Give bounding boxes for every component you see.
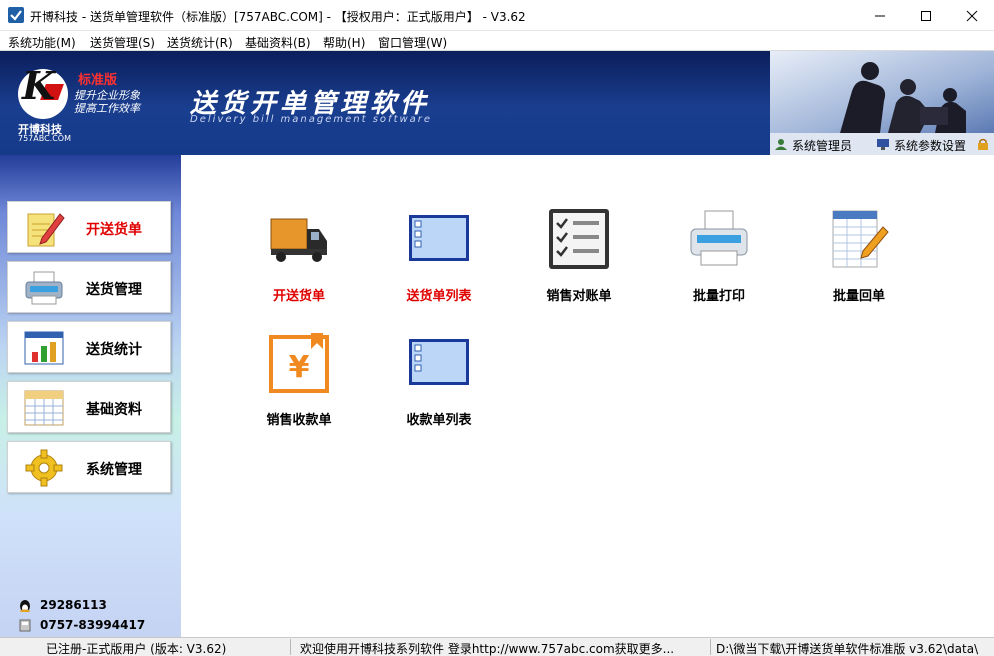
header-photo bbox=[770, 51, 994, 133]
header-banner: K 标准版 提升企业形象 提高工作效率 开博科技 757ABC.COM 送货开单… bbox=[0, 51, 994, 155]
tile-batch-receipt[interactable]: 批量回单 bbox=[797, 207, 917, 317]
tile-label: 销售对账单 bbox=[546, 289, 612, 304]
user-bar: 系统管理员 系统参数设置 bbox=[770, 133, 994, 155]
sidebar-item-delivery-management[interactable]: 送货管理 bbox=[7, 261, 171, 313]
edition-label: 标准版 bbox=[78, 73, 118, 88]
lock-icon[interactable] bbox=[976, 138, 990, 150]
yuan-receipt-icon: ¥ bbox=[269, 333, 329, 393]
bar-chart-icon bbox=[24, 331, 64, 365]
tile-label: 收款单列表 bbox=[406, 413, 472, 428]
app-check-icon bbox=[8, 7, 24, 23]
tile-label: 销售收款单 bbox=[266, 413, 332, 428]
close-button[interactable] bbox=[948, 0, 994, 31]
menu-help[interactable]: 帮助(H) bbox=[323, 34, 365, 51]
tile-label: 送货单列表 bbox=[406, 289, 472, 304]
phone-number: 0757-83994417 bbox=[40, 618, 146, 632]
tile-label: 批量回单 bbox=[832, 289, 885, 304]
tile-delivery-list[interactable]: 送货单列表 bbox=[377, 207, 497, 317]
banner-subtitle: Delivery bill management software bbox=[190, 114, 433, 125]
menu-stats[interactable]: 送货统计(R) bbox=[167, 34, 233, 51]
menu-system[interactable]: 系统功能(M) bbox=[8, 34, 76, 51]
data-path: D:\微当下载\开博送货单软件标准版 v3.62\data\ bbox=[716, 642, 979, 656]
sidebar-item-basic-data[interactable]: 基础资料 bbox=[7, 381, 171, 433]
sidebar-item-label: 送货统计 bbox=[86, 342, 142, 358]
tile-payment-list[interactable]: 收款单列表 bbox=[377, 331, 497, 441]
truck-icon bbox=[270, 218, 327, 262]
monitor-icon bbox=[877, 139, 889, 150]
maximize-button[interactable] bbox=[902, 0, 948, 31]
system-settings-link[interactable]: 系统参数设置 bbox=[894, 137, 966, 154]
sidebar-item-new-delivery[interactable]: 开送货单 bbox=[7, 201, 171, 253]
welcome-message: 欢迎使用开博科技系列软件 登录http://www.757abc.com获取更多… bbox=[300, 642, 675, 656]
sidebar-item-label: 开送货单 bbox=[86, 222, 142, 238]
tile-batch-print[interactable]: 批量打印 bbox=[657, 207, 777, 317]
menu-basic-data[interactable]: 基础资料(B) bbox=[245, 34, 311, 51]
admin-user-link[interactable]: 系统管理员 bbox=[792, 137, 852, 154]
qq-penguin-icon bbox=[20, 600, 30, 612]
list-window-icon bbox=[409, 339, 469, 385]
checklist-icon bbox=[549, 209, 609, 269]
calendar-grid-icon bbox=[24, 390, 64, 426]
status-bar: 已注册-正式版用户 (版本: V3.62) 欢迎使用开博科技系列软件 登录htt… bbox=[0, 637, 994, 656]
logo-letter: K bbox=[22, 63, 56, 108]
registration-status: 已注册-正式版用户 (版本: V3.62) bbox=[46, 642, 227, 656]
sidebar-item-label: 送货管理 bbox=[86, 282, 142, 298]
menu-window[interactable]: 窗口管理(W) bbox=[378, 34, 447, 51]
tile-label: 开送货单 bbox=[272, 289, 325, 304]
menu-bar: 系统功能(M) 送货管理(S) 送货统计(R) 基础资料(B) 帮助(H) 窗口… bbox=[0, 31, 994, 51]
slogan-line-2: 提高工作效率 bbox=[74, 102, 140, 115]
window-title: 开博科技 - 送货单管理软件（标准版）[757ABC.COM] - 【授权用户：… bbox=[30, 10, 526, 24]
svg-text:¥: ¥ bbox=[289, 350, 310, 385]
spreadsheet-pencil-icon bbox=[832, 210, 889, 268]
tile-sales-statement[interactable]: 销售对账单 bbox=[517, 207, 637, 317]
sidebar-item-delivery-stats[interactable]: 送货统计 bbox=[7, 321, 171, 373]
minimize-button[interactable] bbox=[856, 0, 902, 31]
sidebar-item-label: 基础资料 bbox=[86, 402, 142, 418]
phone-icon bbox=[19, 619, 31, 632]
menu-delivery[interactable]: 送货管理(S) bbox=[90, 34, 155, 51]
list-window-icon bbox=[409, 215, 469, 261]
tile-sales-payment[interactable]: ¥ 销售收款单 bbox=[237, 331, 357, 441]
printer-icon bbox=[25, 271, 63, 305]
qq-number: 29286113 bbox=[40, 598, 107, 612]
tile-label: 批量打印 bbox=[692, 289, 745, 304]
title-bar: 开博科技 - 送货单管理软件（标准版）[757ABC.COM] - 【授权用户：… bbox=[0, 0, 994, 31]
main-panel: 开送货单 送货单列表 销售对账单 批量打印 批量回单 ¥ 销售收款单 收款单列表 bbox=[181, 155, 994, 637]
sidebar: 开送货单 送货管理 送货统计 基础资料 系统管理 29286113 0757-8… bbox=[0, 155, 181, 637]
sidebar-item-system-management[interactable]: 系统管理 bbox=[7, 441, 171, 493]
gear-icon bbox=[25, 449, 63, 487]
user-icon bbox=[775, 139, 787, 150]
notepad-pencil-icon bbox=[27, 213, 65, 247]
sidebar-item-label: 系统管理 bbox=[86, 462, 142, 478]
company-domain: 757ABC.COM bbox=[18, 134, 72, 143]
tile-new-delivery[interactable]: 开送货单 bbox=[237, 207, 357, 317]
printer-icon bbox=[690, 210, 748, 266]
